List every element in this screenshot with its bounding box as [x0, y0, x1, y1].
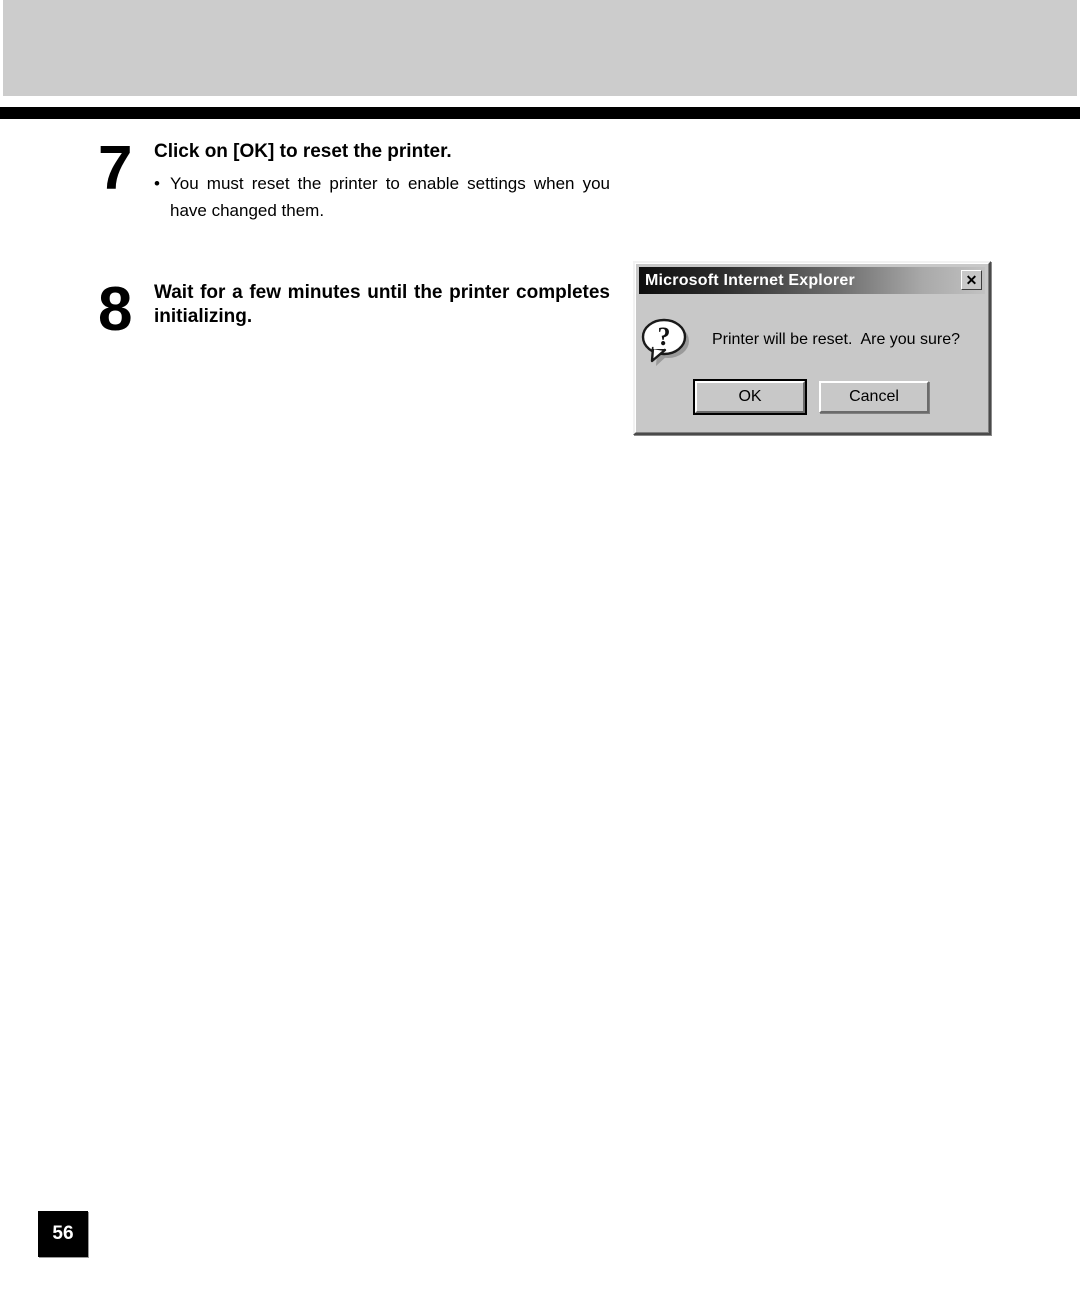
close-icon[interactable]: ✕ [961, 270, 982, 290]
step-7-number: 7 [98, 134, 132, 203]
dialog-title: Microsoft Internet Explorer [645, 271, 855, 289]
dialog-body: ? Printer will be reset. Are you sure? O… [639, 294, 985, 429]
internet-explorer-dialog: Microsoft Internet Explorer ✕ ? Printer … [633, 261, 991, 435]
question-bubble-icon: ? [639, 316, 695, 368]
dialog-inner-frame: Microsoft Internet Explorer ✕ ? Printer … [635, 263, 989, 433]
page-header-band [3, 0, 1077, 96]
step-7-note-1: • You must reset the printer to enable s… [154, 171, 610, 224]
step-7: 7 Click on [OK] to reset the printer. • … [98, 134, 610, 224]
bullet-icon: • [154, 174, 160, 194]
step-7-note-1-text: You must reset the printer to enable set… [170, 174, 610, 220]
page-content: 7 Click on [OK] to reset the printer. • … [0, 119, 1080, 1296]
ok-button[interactable]: OK [693, 379, 807, 415]
step-7-title: Click on [OK] to reset the printer. [154, 141, 452, 162]
step-8-body: Wait for a few minutes until the printer… [154, 281, 610, 354]
dialog-message-text: Printer will be reset. Are you sure? [711, 331, 961, 348]
step-8-number: 8 [98, 275, 132, 344]
dialog-button-row: OK Cancel [639, 379, 985, 415]
step-7-notes: • You must reset the printer to enable s… [154, 171, 610, 224]
manual-page: 7 Click on [OK] to reset the printer. • … [0, 0, 1080, 1296]
cancel-button[interactable]: Cancel [819, 381, 929, 413]
step-8: 8 Wait for a few minutes until the print… [98, 275, 610, 354]
dialog-titlebar: Microsoft Internet Explorer ✕ [639, 267, 985, 294]
step-8-title: Wait for a few minutes until the printer… [154, 282, 610, 328]
dialog-message-row: ? Printer will be reset. Are you sure? [639, 316, 977, 368]
svg-text:?: ? [658, 322, 671, 351]
step-7-body: Click on [OK] to reset the printer. • Yo… [154, 140, 610, 224]
page-header-rule [0, 107, 1080, 119]
page-number-badge: 56 [38, 1211, 88, 1257]
